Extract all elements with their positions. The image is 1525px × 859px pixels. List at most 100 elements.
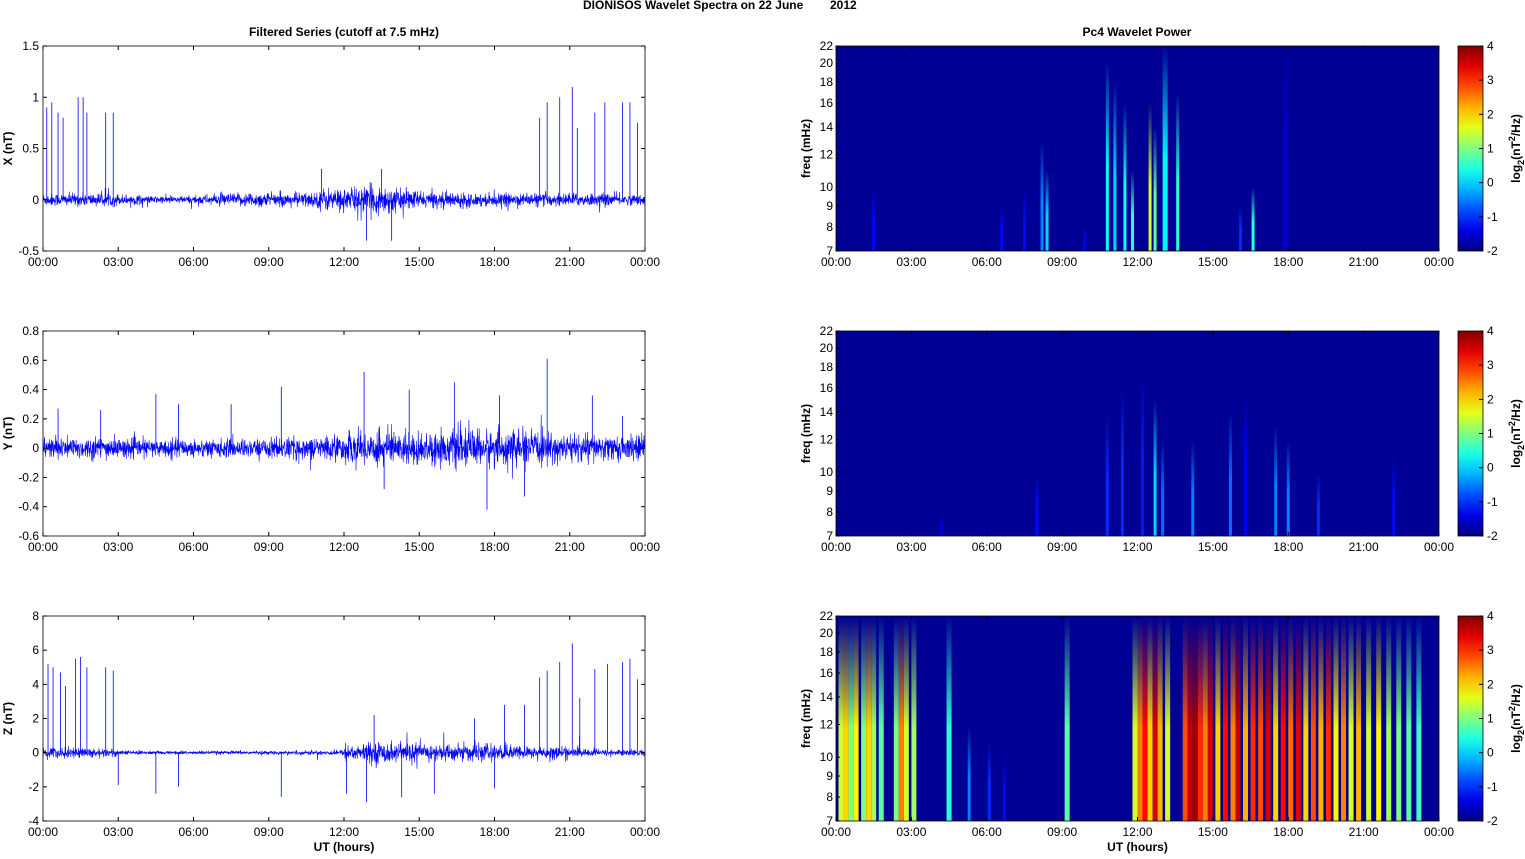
x-tick-label: 12:00: [1122, 540, 1152, 554]
y-tick-label: 9: [826, 769, 833, 783]
y-tick-label: 0.6: [22, 353, 39, 367]
x-tick-label: 03:00: [896, 825, 926, 839]
x-tick-label: 06:00: [972, 825, 1002, 839]
x-tick-label: 06:00: [178, 540, 208, 554]
power-burst: [1310, 616, 1316, 821]
y-tick-label: 8: [826, 790, 833, 804]
power-burst: [1274, 425, 1278, 536]
y-tick-label: 12: [820, 148, 834, 162]
power-burst: [1235, 616, 1241, 821]
power-burst: [911, 616, 917, 821]
x-tick-label: 09:00: [1047, 255, 1077, 269]
power-burst: [1230, 616, 1236, 821]
power-burst: [1251, 187, 1255, 251]
power-burst: [1153, 399, 1157, 536]
y-tick-label: 0.8: [22, 324, 39, 338]
power-burst: [1244, 388, 1248, 536]
colorbar-tick-label: -1: [1487, 780, 1498, 794]
colorbar-label-pre: (nT: [1509, 711, 1523, 730]
y-tick-label: 6: [32, 643, 39, 657]
x-tick-label: 00:00: [1424, 540, 1454, 554]
x-tick-label: 18:00: [479, 825, 509, 839]
colorbar-label: log2(nT2/Hz): [1507, 399, 1525, 468]
power-burst: [1197, 616, 1203, 821]
y-tick-label: 10: [820, 750, 834, 764]
series-line: [42, 181, 645, 221]
colorbar-tick-label: 1: [1487, 427, 1494, 441]
power-burst: [1325, 616, 1331, 821]
power-burst: [1406, 616, 1412, 821]
x-axis-label: UT (hours): [314, 840, 375, 854]
power-burst: [1396, 616, 1402, 821]
timeseries-panel-y: 0.80.60.40.20-0.2-0.4-0.6Y (nT): [1, 324, 646, 543]
power-burst: [1243, 616, 1249, 821]
power-burst: [1392, 455, 1396, 536]
power-burst: [1123, 103, 1127, 251]
colorbar-label-post: /Hz): [1509, 684, 1523, 706]
x-tick-label: 15:00: [404, 540, 434, 554]
power-burst: [1356, 616, 1362, 821]
power-burst: [940, 512, 944, 536]
power-burst: [946, 616, 952, 821]
power-burst: [861, 616, 867, 821]
colorbar-tick-label: 4: [1487, 609, 1494, 623]
y-tick-label: 18: [820, 360, 834, 374]
power-burst: [1064, 616, 1070, 821]
power-burst: [872, 187, 876, 251]
colorbar-label-pre: (nT: [1509, 141, 1523, 160]
power-burst: [1283, 46, 1289, 251]
power-burst: [1083, 227, 1087, 251]
power-burst: [843, 616, 849, 821]
y-tick-label: 8: [826, 505, 833, 519]
y-axis-label: X (nT): [1, 132, 15, 166]
x-tick-label: 15:00: [1198, 540, 1228, 554]
x-tick-label: 12:00: [1122, 825, 1152, 839]
power-burst: [1165, 616, 1171, 821]
colorbar: 4 3 2 1 0 -1 -2 log2(nT2/Hz): [1457, 39, 1525, 258]
x-tick-label: 06:00: [178, 825, 208, 839]
x-tick-label: 09:00: [254, 825, 284, 839]
power-burst: [1239, 206, 1243, 251]
x-tick-label: 15:00: [404, 255, 434, 269]
colorbar-tick-label: 0: [1487, 176, 1494, 190]
power-burst: [1187, 616, 1193, 821]
y-tick-label: 0: [32, 193, 39, 207]
power-burst: [871, 616, 877, 821]
x-tick-label: 00:00: [821, 825, 851, 839]
y-tick-label: 20: [820, 56, 834, 70]
power-burst: [848, 616, 854, 821]
power-burst: [1162, 46, 1168, 251]
x-tick-label: 00:00: [28, 255, 58, 269]
x-tick-label: 00:00: [1424, 825, 1454, 839]
colorbar-tick-label: 0: [1487, 746, 1494, 760]
colorbar: 4 3 2 1 0 -1 -2 log2(nT2/Hz): [1457, 609, 1525, 828]
power-burst: [1376, 616, 1382, 821]
colorbar-label: log2(nT2/Hz): [1507, 684, 1525, 753]
power-burst: [1161, 439, 1165, 536]
power-burst: [878, 616, 884, 821]
power-burst: [838, 616, 844, 821]
y-tick-label: 10: [820, 465, 834, 479]
colorbar-label-base: log: [1509, 450, 1523, 468]
y-tick-label: 14: [820, 690, 834, 704]
power-burst: [1207, 616, 1213, 821]
colorbar-tick-label: 3: [1487, 73, 1494, 87]
y-tick-label: 0.5: [22, 142, 39, 156]
colorbar-tick-label: 3: [1487, 643, 1494, 657]
x-tick-label: 00:00: [630, 255, 660, 269]
y-tick-label: 8: [32, 609, 39, 623]
y-tick-label: 10: [820, 180, 834, 194]
y-tick-label: 16: [820, 96, 834, 110]
y-tick-label: 16: [820, 666, 834, 680]
y-tick-label: 18: [820, 645, 834, 659]
colorbar-tick-label: 1: [1487, 142, 1494, 156]
power-burst: [1120, 388, 1124, 536]
figure: DIONISOS Wavelet Spectra on 22 June 2012…: [1, 0, 1525, 854]
y-tick-label: 22: [820, 609, 834, 623]
x-tick-label: 18:00: [1273, 540, 1303, 554]
colorbar-tick-label: -1: [1487, 495, 1498, 509]
colorbar-tick-label: -2: [1487, 244, 1498, 258]
x-tick-label: 03:00: [103, 540, 133, 554]
y-tick-label: -0.4: [18, 500, 39, 514]
x-tick-label: 12:00: [329, 540, 359, 554]
